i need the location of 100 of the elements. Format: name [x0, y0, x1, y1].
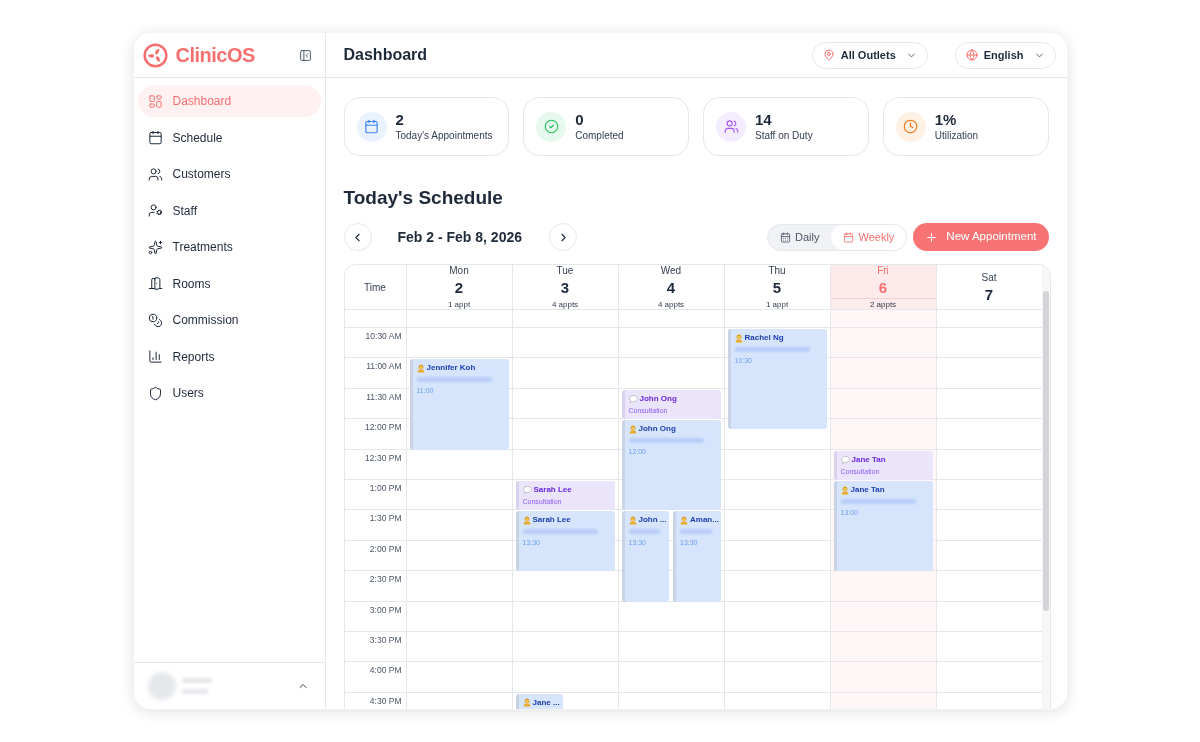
- time-label: 10:30 AM: [365, 331, 402, 343]
- redacted-text: [181, 689, 208, 694]
- time-label: 11:00 AM: [366, 361, 402, 374]
- speech-bubble-icon: [628, 394, 638, 403]
- map-pin-icon: [822, 49, 835, 61]
- column-heading: Time: [364, 280, 386, 295]
- appointment-count: 1 appt: [765, 299, 789, 310]
- client-name: Aman...: [690, 515, 719, 526]
- door-icon: [147, 276, 163, 291]
- client-name: Jane Tan: [850, 485, 885, 495]
- day-name: Thu: [768, 265, 786, 277]
- day-name: Fri: [877, 265, 889, 277]
- calendar-grid-icon: [780, 231, 792, 243]
- client-name: Jennifer Koh: [426, 363, 476, 374]
- previous-week-button[interactable]: [343, 223, 372, 251]
- redacted-text: [628, 529, 661, 535]
- time-label: 2:00 PM: [369, 543, 402, 556]
- day-name: Sat: [981, 271, 997, 284]
- date-range: Feb 2 - Feb 8, 2026: [397, 227, 522, 247]
- person-icon: [840, 485, 849, 495]
- redacted-text: [181, 678, 212, 683]
- speech-bubble-icon: [840, 455, 850, 464]
- scrollbar-thumb[interactable]: [1043, 291, 1049, 611]
- language-dropdown[interactable]: English: [954, 41, 1056, 69]
- coins-icon: [147, 312, 163, 328]
- next-week-button[interactable]: [549, 223, 577, 251]
- time-label: 12:30 PM: [365, 452, 402, 465]
- person-icon: [680, 515, 688, 525]
- time-label: 4:30 PM: [369, 695, 402, 708]
- person-icon: [628, 424, 637, 434]
- stat-value: 14: [755, 111, 773, 129]
- time-label: 3:30 PM: [369, 634, 402, 647]
- client-name: Rachel Ng: [744, 333, 784, 343]
- calendar-icon: [356, 111, 387, 142]
- time-label: 12:00 PM: [365, 422, 402, 435]
- sidebar-item[interactable]: Rooms: [137, 267, 321, 300]
- appointment-count: 2 appts: [869, 299, 897, 310]
- appointment-count: 4 appts: [551, 299, 579, 310]
- view-tab[interactable]: Daily: [768, 224, 832, 250]
- sidebar-item[interactable]: Treatments: [137, 231, 321, 263]
- sparkles-icon: [147, 239, 163, 255]
- page-title: Dashboard: [343, 45, 428, 65]
- calendar-icon: [147, 130, 163, 145]
- day-date: 4: [666, 278, 676, 296]
- sidebar-toggle-icon[interactable]: [298, 48, 312, 62]
- layout-grid-icon: [147, 93, 163, 109]
- plus-icon: [925, 230, 939, 244]
- person-icon: [522, 698, 531, 708]
- day-name: Mon: [449, 265, 469, 277]
- stat-value: 2: [395, 111, 405, 129]
- person-icon: [416, 363, 425, 373]
- time-label: 1:00 PM: [369, 482, 402, 495]
- person-icon: [522, 515, 531, 525]
- users-icon: [716, 111, 746, 142]
- appointment-count: 1 appt: [447, 299, 471, 310]
- time-label: 11:30 AM: [366, 391, 402, 404]
- sidebar-item[interactable]: Schedule: [137, 121, 321, 154]
- stat-label: Completed: [575, 129, 624, 142]
- client-name: John Ong: [639, 393, 677, 404]
- calendar-icon: [843, 231, 855, 243]
- stat-value: 1%: [934, 111, 958, 129]
- time-label: 1:30 PM: [369, 513, 402, 526]
- redacted-text: [680, 529, 712, 535]
- logo-icon: [142, 42, 168, 68]
- day-date: 6: [878, 278, 888, 296]
- day-date: 3: [560, 278, 570, 296]
- day-date: 7: [984, 285, 994, 303]
- client-name: John Ong: [638, 424, 676, 435]
- time-label: 3:00 PM: [369, 604, 402, 617]
- day-name: Tue: [556, 265, 574, 277]
- app-logo: ClinicOS: [175, 43, 255, 68]
- day-name: Wed: [660, 265, 682, 277]
- person-icon: [628, 515, 637, 525]
- client-name: Sarah Lee: [532, 515, 571, 526]
- user-gear-icon: [147, 203, 163, 218]
- stat-label: Utilization: [934, 129, 979, 142]
- sidebar-item[interactable]: Reports: [137, 340, 321, 373]
- day-date: 5: [772, 278, 782, 296]
- client-name: John ...: [638, 515, 667, 526]
- stat-value: 0: [575, 111, 585, 129]
- sidebar-item[interactable]: Users: [137, 377, 321, 409]
- sidebar-item[interactable]: Staff: [137, 194, 321, 227]
- client-name: Jane Tan: [851, 454, 886, 465]
- person-icon: [734, 333, 743, 343]
- speech-bubble-icon: [522, 486, 532, 494]
- clock-icon: [895, 111, 926, 142]
- time-label: 2:30 PM: [369, 574, 402, 587]
- appointment-card[interactable]: Jane ...: [515, 693, 563, 709]
- stat-label: Staff on Duty: [755, 129, 813, 142]
- time-label: 4:00 PM: [369, 665, 402, 678]
- avatar-placeholder: [147, 672, 176, 700]
- outlet-filter-dropdown[interactable]: All Outlets: [811, 41, 928, 69]
- sidebar-item[interactable]: Commission: [137, 304, 321, 336]
- stat-label: Today's Appointments: [395, 129, 493, 142]
- client-name: Jane ...: [532, 697, 560, 708]
- appointment-count: 4 appts: [657, 299, 685, 310]
- sidebar-item[interactable]: Customers: [137, 158, 321, 190]
- client-name: Sarah Lee: [533, 485, 572, 495]
- section-title: Today's Schedule: [343, 187, 503, 209]
- shield-icon: [147, 385, 163, 401]
